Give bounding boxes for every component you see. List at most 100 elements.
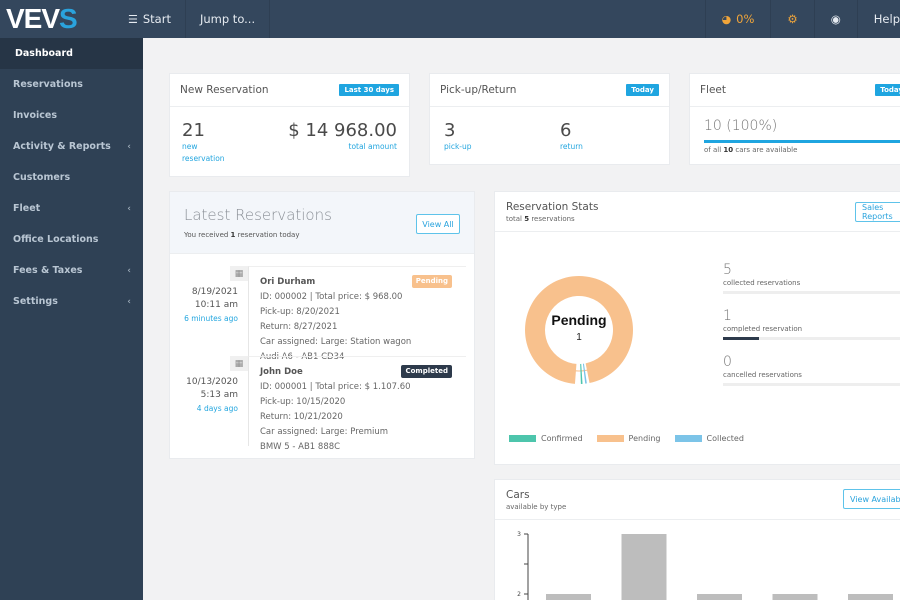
text: reservations bbox=[529, 215, 575, 223]
y-tick-label: 2 bbox=[517, 591, 521, 598]
reservation-date-block: 8/19/2021 10:11 am 6 minutes ago bbox=[170, 286, 238, 325]
reservation-details: John Doe Completed ID: 000001 | Total pr… bbox=[248, 356, 466, 452]
stat-value: 1 bbox=[723, 308, 732, 324]
sidebar-item-reservations[interactable]: Reservations bbox=[0, 69, 143, 100]
pickup-count: 3 bbox=[444, 120, 456, 141]
chevron-left-icon: ‹ bbox=[127, 265, 131, 276]
card-header: Pick-up/Return Today bbox=[430, 74, 669, 107]
bar-type-4[interactable] bbox=[772, 594, 818, 600]
reservation-date: 8/19/2021 bbox=[191, 287, 238, 297]
amount-label: total amount bbox=[348, 142, 397, 151]
bar-type-5[interactable] bbox=[848, 594, 893, 600]
reservation-id-price: ID: 000002 | Total price: $ 968.00 bbox=[260, 292, 403, 302]
sidebar-item-label: Fees & Taxes bbox=[13, 265, 83, 276]
legend-item-confirmed[interactable]: Confirmed bbox=[509, 434, 583, 443]
cars-header: Cars available by type View Available bbox=[495, 480, 900, 520]
sidebar-item-fees-taxes[interactable]: Fees & Taxes ‹ bbox=[0, 255, 143, 286]
jump-to-button[interactable]: Jump to... bbox=[186, 0, 271, 38]
legend-label: Pending bbox=[628, 434, 661, 443]
sidebar-item-fleet[interactable]: Fleet ‹ bbox=[0, 193, 143, 224]
sidebar-item-label: Settings bbox=[13, 296, 58, 307]
return-block: 6 return bbox=[560, 120, 583, 153]
pickup-block: 3 pick-up bbox=[444, 120, 472, 153]
fleet-availability-text: of all 10 cars are available bbox=[704, 146, 797, 154]
text: total bbox=[506, 215, 525, 223]
sidebar-item-label: Office Locations bbox=[13, 234, 99, 245]
help-button[interactable]: Help bbox=[856, 0, 900, 38]
preview-button[interactable]: ◉ bbox=[813, 0, 857, 38]
card-header: New Reservation Last 30 days bbox=[170, 74, 409, 107]
legend-label: Collected bbox=[706, 434, 744, 443]
legend-swatch bbox=[596, 435, 624, 442]
stat-value: 5 bbox=[723, 262, 732, 278]
bar-type-2[interactable] bbox=[621, 534, 667, 600]
text: reservation today bbox=[235, 231, 300, 239]
legend-swatch bbox=[674, 435, 702, 442]
cars-title: Cars bbox=[506, 489, 530, 501]
reservation-car: Car assigned: Large: Premium bbox=[260, 427, 389, 437]
reservation-ago: 4 days ago bbox=[196, 404, 238, 413]
status-badge: Completed bbox=[401, 365, 452, 378]
bar-type-3[interactable] bbox=[697, 594, 742, 600]
text: of all bbox=[704, 146, 724, 154]
reservation-time: 5:13 am bbox=[200, 390, 238, 400]
fleet-card: Fleet Today 10 (100%) of all 10 cars are… bbox=[689, 73, 900, 165]
cars-card: Cars available by type View Available 32 bbox=[494, 479, 900, 600]
reservation-pickup: Pick-up: 8/20/2021 bbox=[260, 307, 340, 317]
sidebar-item-label: Activity & Reports bbox=[13, 141, 111, 152]
stat-cancelled: 0 cancelled reservations bbox=[723, 354, 900, 386]
reservation-return: Return: 8/27/2021 bbox=[260, 322, 338, 332]
text: cars are available bbox=[733, 146, 798, 154]
cars-bar-chart: 32 bbox=[517, 531, 893, 600]
reservation-date: 10/13/2020 bbox=[186, 377, 238, 387]
view-available-button[interactable]: View Available bbox=[843, 489, 900, 509]
fleet-total: 10 bbox=[723, 146, 734, 154]
sidebar-item-label: Invoices bbox=[13, 110, 58, 121]
reservation-stats-header: Reservation Stats total 5 reservations S… bbox=[495, 192, 900, 232]
progress-button[interactable]: ◕ 0% bbox=[704, 0, 771, 38]
new-reservation-count: 21 bbox=[182, 120, 205, 141]
card-title: New Reservation bbox=[180, 84, 269, 96]
sidebar-item-office-locations[interactable]: Office Locations bbox=[0, 224, 143, 255]
text: You received bbox=[184, 231, 231, 239]
start-menu-button[interactable]: ☰ Start bbox=[112, 0, 186, 38]
card-header: Fleet Today bbox=[690, 74, 900, 107]
fleet-availability-value: 10 (100%) bbox=[704, 118, 778, 134]
reservation-car-plate: BMW 5 - AB1 888C bbox=[260, 442, 341, 452]
pickup-label: pick-up bbox=[444, 142, 472, 151]
settings-button[interactable]: ⚙ bbox=[770, 0, 813, 38]
logo[interactable]: VEV S bbox=[0, 0, 112, 38]
sidebar-item-activity-reports[interactable]: Activity & Reports ‹ bbox=[0, 131, 143, 162]
donut-slice-pending[interactable] bbox=[525, 276, 633, 384]
count-label: reservation bbox=[182, 154, 225, 163]
reservation-id-price: ID: 000001 | Total price: $ 1.107.60 bbox=[260, 382, 411, 392]
card-title: Fleet bbox=[700, 84, 726, 96]
donut-slice-collected[interactable] bbox=[582, 363, 587, 384]
return-label: return bbox=[560, 142, 583, 151]
reservation-pickup: Pick-up: 10/15/2020 bbox=[260, 397, 346, 407]
donut-slice-confirmed[interactable] bbox=[580, 363, 583, 384]
gear-icon: ⚙ bbox=[787, 12, 798, 26]
sales-reports-button[interactable]: Sales Reports bbox=[855, 202, 900, 222]
reservation-details: Ori Durham Pending ID: 000002 | Total pr… bbox=[248, 266, 466, 362]
sidebar-item-customers[interactable]: Customers bbox=[0, 162, 143, 193]
sidebar-item-settings[interactable]: Settings ‹ bbox=[0, 286, 143, 317]
donut-center-value: 1 bbox=[576, 332, 582, 343]
latest-reservations-card: Latest Reservations You received 1 reser… bbox=[169, 191, 475, 459]
legend-item-collected[interactable]: Collected bbox=[674, 434, 744, 443]
sidebar: Dashboard Reservations Invoices Activity… bbox=[0, 38, 143, 600]
chevron-left-icon: ‹ bbox=[127, 141, 131, 152]
stat-value: 0 bbox=[723, 354, 732, 370]
logo-text: VEV bbox=[6, 3, 60, 34]
sidebar-item-invoices[interactable]: Invoices bbox=[0, 100, 143, 131]
sidebar-item-label: Fleet bbox=[13, 203, 41, 214]
bar-type-1[interactable] bbox=[546, 594, 591, 600]
legend-item-pending[interactable]: Pending bbox=[596, 434, 661, 443]
chevron-left-icon: ‹ bbox=[127, 203, 131, 214]
donut-center-label: Pending bbox=[551, 312, 607, 328]
view-all-button[interactable]: View All bbox=[416, 214, 460, 234]
jump-to-label: Jump to... bbox=[199, 12, 256, 26]
chevron-left-icon: ‹ bbox=[127, 296, 131, 307]
count-label: new bbox=[182, 142, 198, 151]
sidebar-item-dashboard[interactable]: Dashboard bbox=[0, 38, 143, 69]
